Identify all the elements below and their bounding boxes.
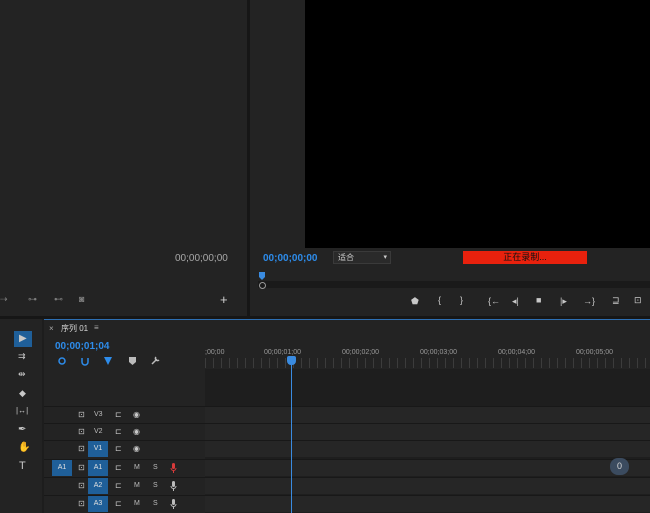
sync-lock-icon[interactable]: ⊏	[115, 410, 122, 419]
snap-icon[interactable]	[57, 356, 67, 366]
timeline-ruler[interactable]	[205, 358, 650, 368]
track-lane[interactable]	[205, 407, 650, 423]
microphone-icon[interactable]	[170, 499, 177, 509]
lock-icon[interactable]: ⊡	[78, 481, 85, 490]
source-monitor-panel	[0, 0, 247, 316]
track-row-v1: ⊡ V1 ⊏ ◉	[44, 440, 650, 457]
mute-button[interactable]: M	[134, 464, 140, 471]
program-time-ruler[interactable]	[258, 281, 650, 288]
zoom-handle[interactable]	[259, 282, 266, 289]
fit-select-value: 适合	[338, 253, 354, 262]
wrench-icon[interactable]	[150, 355, 161, 366]
track-lane[interactable]	[205, 478, 650, 494]
marker-icon[interactable]	[128, 356, 137, 366]
sync-lock-icon[interactable]: ⊏	[115, 427, 122, 436]
mute-button[interactable]: M	[134, 482, 140, 489]
mute-button[interactable]: M	[134, 500, 140, 507]
track-lane[interactable]	[205, 441, 650, 457]
overwrite-icon[interactable]: ⊷	[54, 294, 63, 305]
ruler-label: 00;00;05;00	[576, 349, 613, 356]
track-select-tool-icon[interactable]: ⇉	[18, 351, 26, 362]
step-back-button[interactable]: ◂|	[512, 296, 519, 307]
solo-button[interactable]: S	[153, 500, 158, 507]
export-frame-icon[interactable]: ⊶	[28, 294, 37, 305]
solo-button[interactable]: S	[153, 482, 158, 489]
eye-icon[interactable]: ◉	[133, 427, 140, 436]
pen-tool-icon[interactable]: ✒	[18, 424, 26, 435]
sync-lock-icon[interactable]: ⊏	[115, 499, 122, 508]
track-row-v2: ⊡ V2 ⊏ ◉	[44, 423, 650, 440]
track-lane[interactable]	[205, 424, 650, 440]
track-lane[interactable]	[205, 496, 650, 512]
timeline-timecode[interactable]: 00;00;01;04	[55, 341, 109, 352]
panel-menu-icon[interactable]: ≡	[94, 323, 99, 332]
source-timecode: 00;00;00;00	[175, 253, 228, 264]
close-icon[interactable]: ×	[49, 324, 54, 333]
program-timecode[interactable]: 00;00;00;00	[263, 253, 317, 264]
sync-lock-icon[interactable]: ⊏	[115, 444, 122, 453]
track-lane[interactable]	[205, 460, 650, 476]
track-target-a2[interactable]: A2	[88, 478, 108, 494]
solo-button[interactable]: S	[153, 464, 158, 471]
chevron-down-icon: ▾	[383, 254, 387, 261]
go-to-out-button[interactable]: →}	[583, 296, 595, 306]
lock-icon[interactable]: ⊡	[78, 410, 85, 419]
ruler-label: 00;00;04;00	[498, 349, 535, 356]
eye-icon[interactable]: ◉	[133, 410, 140, 419]
tools-panel: ▶ ⇉ ⇹ ◆ |↔| ✒ ✋ T	[0, 319, 42, 513]
tab-sequence[interactable]: 序列 01	[61, 323, 88, 334]
go-to-in-button[interactable]: {←	[488, 296, 500, 306]
camera-icon[interactable]: ◙	[79, 294, 84, 304]
add-button[interactable]: +	[220, 292, 228, 307]
track-row-v3: ⊡ V3 ⊏ ◉	[44, 406, 650, 423]
stop-button[interactable]: ■	[536, 295, 541, 305]
lock-icon[interactable]: ⊡	[78, 499, 85, 508]
ruler-label: 00;00;01;00	[264, 349, 301, 356]
ruler-label: ;00;00	[205, 349, 225, 356]
source-controls-bar: ⇢ ⊶ ⊷ ◙ +	[0, 292, 247, 308]
microphone-icon[interactable]	[170, 481, 177, 491]
sync-lock-icon[interactable]: ⊏	[115, 481, 122, 490]
track-target-a3[interactable]: A3	[88, 496, 108, 512]
track-name[interactable]: V3	[94, 411, 103, 418]
add-marker-icon[interactable]	[103, 356, 113, 366]
eye-icon[interactable]: ◉	[133, 444, 140, 453]
ruler-label: 00;00;03;00	[420, 349, 457, 356]
insert-icon[interactable]: ⇢	[0, 294, 8, 305]
extract-icon[interactable]: ⊡	[634, 295, 642, 306]
sync-lock-icon[interactable]: ⊏	[115, 463, 122, 472]
lift-icon[interactable]: ⊒	[612, 295, 620, 306]
marker-icon[interactable]: ⬟	[411, 296, 419, 307]
lock-icon[interactable]: ⊡	[78, 463, 85, 472]
track-target-a1[interactable]: A1	[88, 460, 108, 476]
status-badge: 0	[610, 458, 629, 475]
track-row-a3: ⊡ A3 ⊏ M S	[44, 495, 650, 512]
ruler-label: 00;00;02;00	[342, 349, 379, 356]
track-target-v1[interactable]: V1	[88, 441, 108, 457]
razor-tool-icon[interactable]: ◆	[19, 388, 26, 399]
type-tool-icon[interactable]: T	[19, 460, 26, 472]
ripple-edit-tool-icon[interactable]: ⇹	[18, 369, 26, 380]
timeline-playhead[interactable]	[291, 358, 292, 513]
slip-tool-icon[interactable]: |↔|	[16, 406, 28, 415]
program-video-frame	[305, 0, 650, 248]
lock-icon[interactable]: ⊡	[78, 444, 85, 453]
timeline-playhead-handle[interactable]	[287, 356, 296, 365]
source-patch-a1[interactable]: A1	[52, 460, 72, 476]
selection-tool-icon[interactable]: ▶	[19, 333, 27, 344]
fit-select[interactable]: 适合 ▾	[333, 251, 391, 264]
hand-tool-icon[interactable]: ✋	[18, 442, 30, 453]
program-playhead[interactable]	[258, 272, 266, 280]
step-forward-button[interactable]: |▸	[560, 296, 567, 307]
recording-banner: 正在录制...	[463, 251, 587, 264]
track-row-a2: ⊡ A2 ⊏ M S	[44, 477, 650, 494]
mark-out-button[interactable]: }	[460, 295, 463, 305]
microphone-icon[interactable]	[170, 463, 177, 473]
lock-icon[interactable]: ⊡	[78, 427, 85, 436]
track-name[interactable]: V2	[94, 428, 103, 435]
track-row-a1: A1 ⊡ A1 ⊏ M S	[44, 459, 650, 476]
mark-in-button[interactable]: {	[438, 295, 441, 305]
linked-selection-icon[interactable]	[80, 356, 90, 366]
